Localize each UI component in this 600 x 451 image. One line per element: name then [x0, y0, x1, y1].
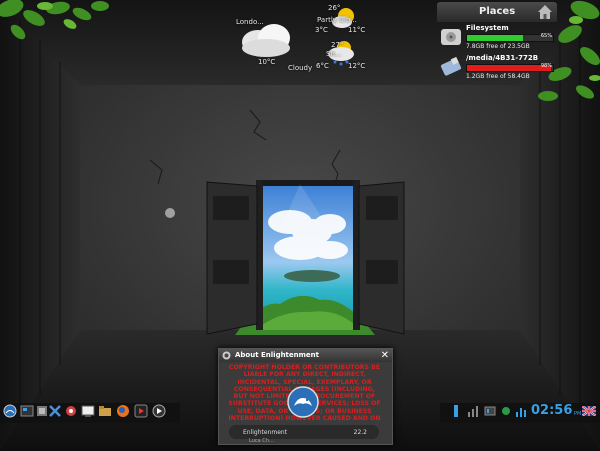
places-header: Places [437, 2, 557, 22]
settings-icon[interactable] [64, 404, 78, 418]
start-menu-icon[interactable] [3, 404, 17, 418]
file-manager-icon[interactable] [98, 404, 112, 418]
window-icon[interactable] [152, 404, 166, 418]
terminal-icon[interactable] [81, 404, 95, 418]
drive-media[interactable]: /media/4B31-772B 98% 1.2GB free of 58.4G… [437, 54, 557, 84]
drive-percent: 65% [540, 33, 552, 39]
usb-drive-icon [440, 56, 462, 76]
pager-icon[interactable] [20, 404, 34, 418]
drive-filesystem[interactable]: Filesystem 65% 7.8GB free of 23.5GB [437, 24, 557, 54]
battery-icon[interactable] [449, 404, 463, 418]
drive-free-space: 7.8GB free of 23.5GB [466, 43, 530, 50]
clock-ampm: PM [574, 411, 582, 417]
places-gadget: Places Filesystem 65% 7.8GB free of 23.5… [437, 2, 557, 86]
close-icon[interactable]: ✕ [381, 349, 389, 362]
tools-icon[interactable] [48, 404, 62, 418]
weather-low2-2: 11°C [348, 26, 366, 34]
weather-sub-3: Sn... [326, 50, 342, 58]
places-title: Places [479, 6, 516, 17]
drive-percent: 98% [540, 63, 552, 69]
mixer-icon[interactable] [483, 404, 497, 418]
cpu-monitor-icon[interactable] [514, 404, 528, 418]
signal-icon[interactable] [499, 404, 513, 418]
weather-high-2: 26° [328, 4, 341, 12]
hard-drive-icon [441, 29, 461, 45]
weather-temp-3: 27° [331, 41, 344, 49]
uk-flag-icon[interactable] [582, 406, 596, 416]
firefox-icon[interactable] [116, 404, 130, 418]
weather-city-1: Londo... [236, 18, 264, 26]
weather-high-3: 12°C [348, 62, 366, 70]
network-icon[interactable] [466, 404, 480, 418]
home-icon[interactable] [537, 4, 553, 20]
weather-city-2: Partly Clo... [317, 16, 357, 24]
weather-condition-1: Cloudy [288, 64, 313, 72]
clock-time[interactable]: 02:56 [531, 403, 572, 418]
drive-free-space: 1.2GB free of 58.4GB [466, 73, 530, 80]
weather-low-3: 6°C [316, 62, 329, 70]
weather-temp-1: 10°C [258, 58, 276, 66]
dialog-titlebar[interactable]: About Enlightenment ✕ [219, 349, 392, 362]
drive-name: /media/4B31-772B [466, 54, 539, 62]
weather-gadget: Londo... 10°C Cloudy 26° Partly Clo... 3… [230, 4, 440, 74]
media-player-icon[interactable] [134, 404, 148, 418]
drive-name: Filesystem [466, 24, 509, 32]
dialog-title: About Enlightenment [235, 351, 320, 359]
system-tools-icon[interactable] [35, 404, 49, 418]
enlightenment-icon [222, 351, 231, 360]
weather-low-2: 3°C [315, 26, 328, 34]
